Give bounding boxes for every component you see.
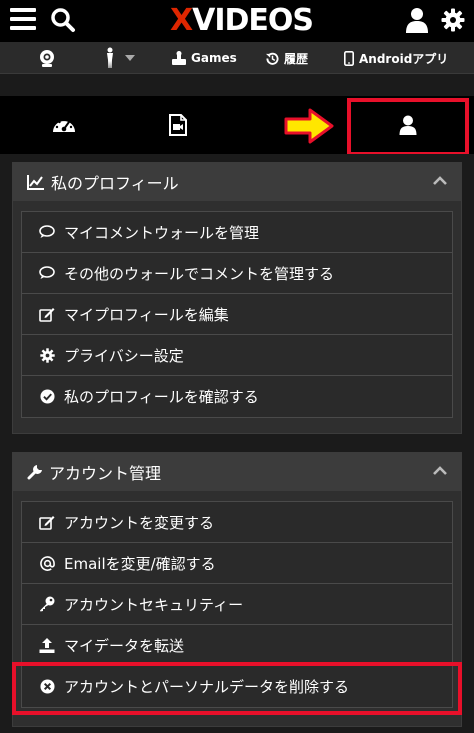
edit-icon (39, 307, 55, 322)
video-file-icon (169, 114, 187, 136)
top-header: X VIDEOS (0, 0, 474, 42)
tab-profile[interactable] (368, 96, 448, 154)
tab-dashboard[interactable] (24, 96, 104, 154)
at-icon (39, 555, 55, 571)
gear-icon[interactable] (441, 8, 465, 32)
comment-icon (39, 225, 55, 238)
profile-panel-header[interactable]: 私のプロフィール (13, 163, 461, 201)
site-logo[interactable]: X VIDEOS (170, 3, 314, 39)
menu-item-delete-account[interactable]: アカウントとパーソナルデータを削除する (22, 666, 452, 707)
nav-history-label: 履歴 (284, 51, 309, 66)
nav-history[interactable]: 履歴 (266, 42, 308, 74)
nav-webcam[interactable] (38, 42, 61, 74)
profile-menu: マイコメントウォールを管理 その他のウォールでコメントを管理する マイプロフィー… (21, 211, 453, 418)
menu-item-transfer-data[interactable]: マイデータを転送 (22, 625, 452, 666)
chevron-up-icon[interactable] (433, 466, 447, 476)
account-panel: アカウント管理 アカウントを変更する Emailを変更/確認する アカウントセキ… (12, 452, 462, 727)
menu-item-label: マイデータを転送 (64, 636, 185, 655)
logo-text: VIDEOS (192, 3, 314, 38)
chevron-up-icon[interactable] (433, 176, 447, 186)
menu-item-account-security[interactable]: アカウントセキュリティー (22, 584, 452, 625)
upload-icon (39, 637, 55, 653)
account-panel-header[interactable]: アカウント管理 (13, 453, 461, 491)
user-icon[interactable] (405, 7, 429, 33)
menu-item-manage-my-comment-wall[interactable]: マイコメントウォールを管理 (22, 212, 452, 253)
menu-item-label: アカウントセキュリティー (64, 595, 244, 614)
female-figure-icon (107, 47, 113, 68)
yellow-arrow-annotation-icon (284, 108, 334, 144)
gear-icon (39, 347, 55, 363)
menu-item-label: Emailを変更/確認する (64, 554, 216, 573)
nav-gender-filter[interactable] (104, 42, 140, 74)
sub-navigation: Games 履歴 Androidアプリ (0, 42, 474, 74)
nav-android-app[interactable]: Androidアプリ (344, 42, 448, 74)
key-icon (40, 596, 55, 612)
close-circle-icon (39, 679, 55, 694)
menu-item-manage-other-wall-comments[interactable]: その他のウォールでコメントを管理する (22, 253, 452, 294)
tab-videos[interactable] (138, 96, 218, 154)
menu-item-label: アカウントを変更する (64, 513, 215, 532)
edit-icon (39, 515, 55, 530)
mobile-icon (344, 50, 354, 66)
chevron-down-icon (125, 55, 135, 61)
line-chart-icon (27, 175, 44, 190)
account-menu: アカウントを変更する Emailを変更/確認する アカウントセキュリティー マイ… (21, 501, 453, 708)
nav-games-label: Games (191, 51, 237, 65)
comment-icon (39, 266, 55, 279)
menu-item-label: 私のプロフィールを確認する (64, 388, 259, 406)
menu-item-view-profile[interactable]: 私のプロフィールを確認する (22, 376, 452, 417)
profile-panel-title: 私のプロフィール (51, 174, 179, 193)
history-icon (266, 52, 279, 65)
nav-android-app-label: Androidアプリ (359, 51, 449, 66)
menu-item-label: プライバシー設定 (64, 346, 184, 365)
search-icon[interactable] (50, 7, 76, 33)
menu-item-label: マイコメントウォールを管理 (64, 223, 260, 242)
menu-item-label: マイプロフィールを編集 (64, 305, 229, 324)
account-tabs (0, 96, 474, 154)
spacer (0, 154, 474, 160)
menu-item-change-email[interactable]: Emailを変更/確認する (22, 543, 452, 584)
account-panel-title: アカウント管理 (49, 464, 162, 483)
check-circle-icon (39, 389, 55, 404)
menu-item-edit-profile[interactable]: マイプロフィールを編集 (22, 294, 452, 335)
logo-x: X (170, 3, 193, 38)
menu-item-label: その他のウォールでコメントを管理する (64, 264, 335, 283)
wrench-icon (27, 465, 42, 480)
menu-item-change-account[interactable]: アカウントを変更する (22, 502, 452, 543)
profile-user-icon (399, 115, 417, 135)
spacer (0, 74, 474, 96)
menu-item-privacy-settings[interactable]: プライバシー設定 (22, 335, 452, 376)
hamburger-icon[interactable] (10, 8, 36, 30)
profile-panel: 私のプロフィール マイコメントウォールを管理 その他のウォールでコメントを管理す… (12, 162, 462, 434)
games-icon (172, 51, 186, 65)
webcam-icon (40, 50, 54, 67)
dashboard-icon (53, 118, 75, 132)
menu-item-label: アカウントとパーソナルデータを削除する (64, 678, 350, 696)
nav-games[interactable]: Games (172, 42, 237, 74)
